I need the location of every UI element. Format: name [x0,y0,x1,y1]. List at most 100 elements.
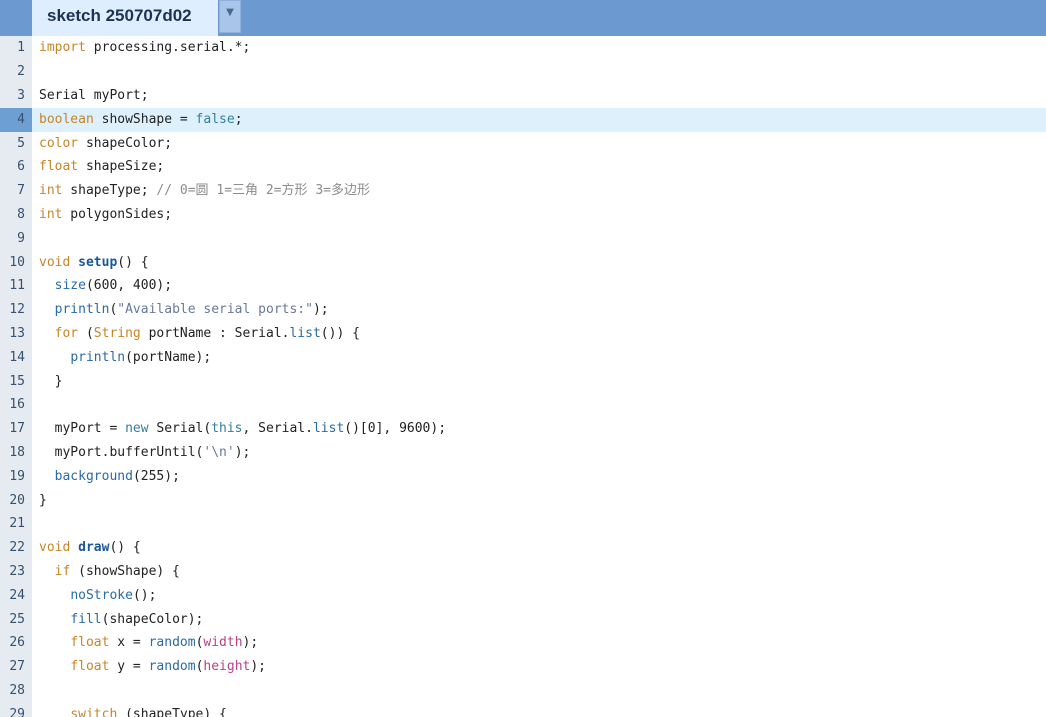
code-token: // 0=圆 1=三角 2=方形 3=多边形 [156,183,370,199]
code-token: (); [132,587,157,603]
code-text: void draw() { [39,536,141,560]
code-token: println [54,302,110,318]
code-line[interactable]: 9 [0,227,1046,251]
code-token: } [39,492,47,508]
code-token: noStroke [70,587,133,603]
code-line[interactable]: 10 void setup() { [0,251,1046,275]
code-token: width [203,635,243,651]
code-line[interactable]: 18 myPort.bufferUntil('\n'); [0,441,1046,465]
line-number: 3 [17,88,25,103]
line-number: 8 [17,207,25,222]
code-line[interactable]: 15 } [0,370,1046,394]
code-text: Serial myPort; [39,84,149,108]
code-token: int [39,207,63,222]
tab-sketch[interactable]: sketch 250707d02 [32,0,218,36]
code-line[interactable]: 28 [0,679,1046,703]
line-number: 10 [9,254,25,270]
code-text: float shapeSize; [39,155,164,179]
code-line[interactable]: 8 int polygonSides; [0,203,1046,227]
code-token: void [39,540,71,556]
code-line[interactable]: 24 noStroke(); [0,584,1046,608]
code-line[interactable]: 23 if (showShape) { [0,560,1046,584]
code-line[interactable]: 13 for (String portName : Serial.list())… [0,322,1046,346]
line-number: 7 [17,183,25,199]
code-token: background [54,468,133,484]
code-token: (shapeColor); [101,611,204,627]
code-token: setup [78,254,118,270]
code-text: float x = random(width); [39,631,258,655]
code-token: "Available serial ports:" [117,302,313,318]
code-line[interactable]: 12 println("Available serial ports:"); [0,298,1046,322]
code-line[interactable]: 2 [0,60,1046,84]
code-line[interactable]: 6 float shapeSize; [0,155,1046,179]
code-line[interactable]: 29 switch (shapeType) { [0,703,1046,717]
code-token: new [125,421,149,437]
line-number: 11 [9,278,25,294]
line-number: 26 [9,635,25,651]
code-token: draw [78,540,110,556]
code-text: boolean showShape = false; [39,108,243,132]
code-text: background(255); [39,465,180,489]
code-token: showShape = [93,111,196,127]
line-number: 29 [9,706,25,717]
code-line[interactable]: 20} [0,489,1046,513]
code-text: println(portName); [39,346,211,370]
code-token: this [211,421,243,437]
line-number: 9 [17,230,25,246]
code-line[interactable]: 16 [0,393,1046,417]
line-number: 15 [9,373,25,389]
code-token: processing.serial.*; [85,40,251,56]
code-line[interactable]: 19 background(255); [0,465,1046,489]
line-number: 23 [9,564,25,579]
line-number: 24 [9,587,25,603]
code-editor[interactable]: 1 import processing.serial.*; 2 3 Serial myP… [0,36,1046,717]
code-line[interactable]: 21 [0,512,1046,536]
code-line[interactable]: 27 float y = random(height); [0,655,1046,679]
code-line[interactable]: 17 myPort = new Serial(this, Serial.list… [0,417,1046,441]
code-token: list [289,326,321,341]
code-token: boolean [39,111,94,127]
code-line[interactable]: 25 fill(shapeColor); [0,608,1046,632]
line-number: 14 [9,349,25,365]
code-token: float [70,659,110,675]
tab-menu-button[interactable]: ▼ [219,0,241,33]
code-token: random [148,659,196,675]
line-number: 4 [0,107,32,132]
code-line[interactable]: 5 color shapeColor; [0,132,1046,156]
code-token: ()[0], 9600); [344,421,447,437]
code-token: (showShape) { [70,564,180,579]
code-line[interactable]: 7 int shapeType; // 0=圆 1=三角 2=方形 3=多边形 [0,179,1046,203]
code-token: Serial( [148,421,212,437]
line-number: 6 [17,159,25,175]
code-token: shapeColor; [78,135,173,151]
code-token: ()) { [320,326,360,341]
line-number: 2 [17,64,25,80]
code-line[interactable]: 3 Serial myPort; [0,84,1046,108]
code-text: } [39,489,47,513]
code-token: size [54,278,86,294]
line-number: 13 [9,326,25,341]
code-text: switch (shapeType) { [39,703,227,717]
code-token: color [39,135,79,151]
code-token: } [39,373,63,389]
code-line[interactable]: 22 void draw() { [0,536,1046,560]
code-token: switch [70,706,118,717]
line-number: 12 [9,302,25,318]
code-token: (portName); [125,349,212,365]
code-text: for (String portName : Serial.list()) { [39,322,360,346]
code-line[interactable]: 4 boolean showShape = false; [0,107,1046,132]
tab-title: sketch 250707d02 [47,6,192,25]
code-line[interactable]: 11 size(600, 400); [0,274,1046,298]
code-line[interactable]: 1 import processing.serial.*; [0,36,1046,60]
code-token: random [148,635,196,651]
code-text: void setup() { [39,251,149,275]
code-token: x = [109,635,149,651]
code-line[interactable]: 14 println(portName); [0,346,1046,370]
code-line[interactable]: 26 float x = random(width); [0,631,1046,655]
